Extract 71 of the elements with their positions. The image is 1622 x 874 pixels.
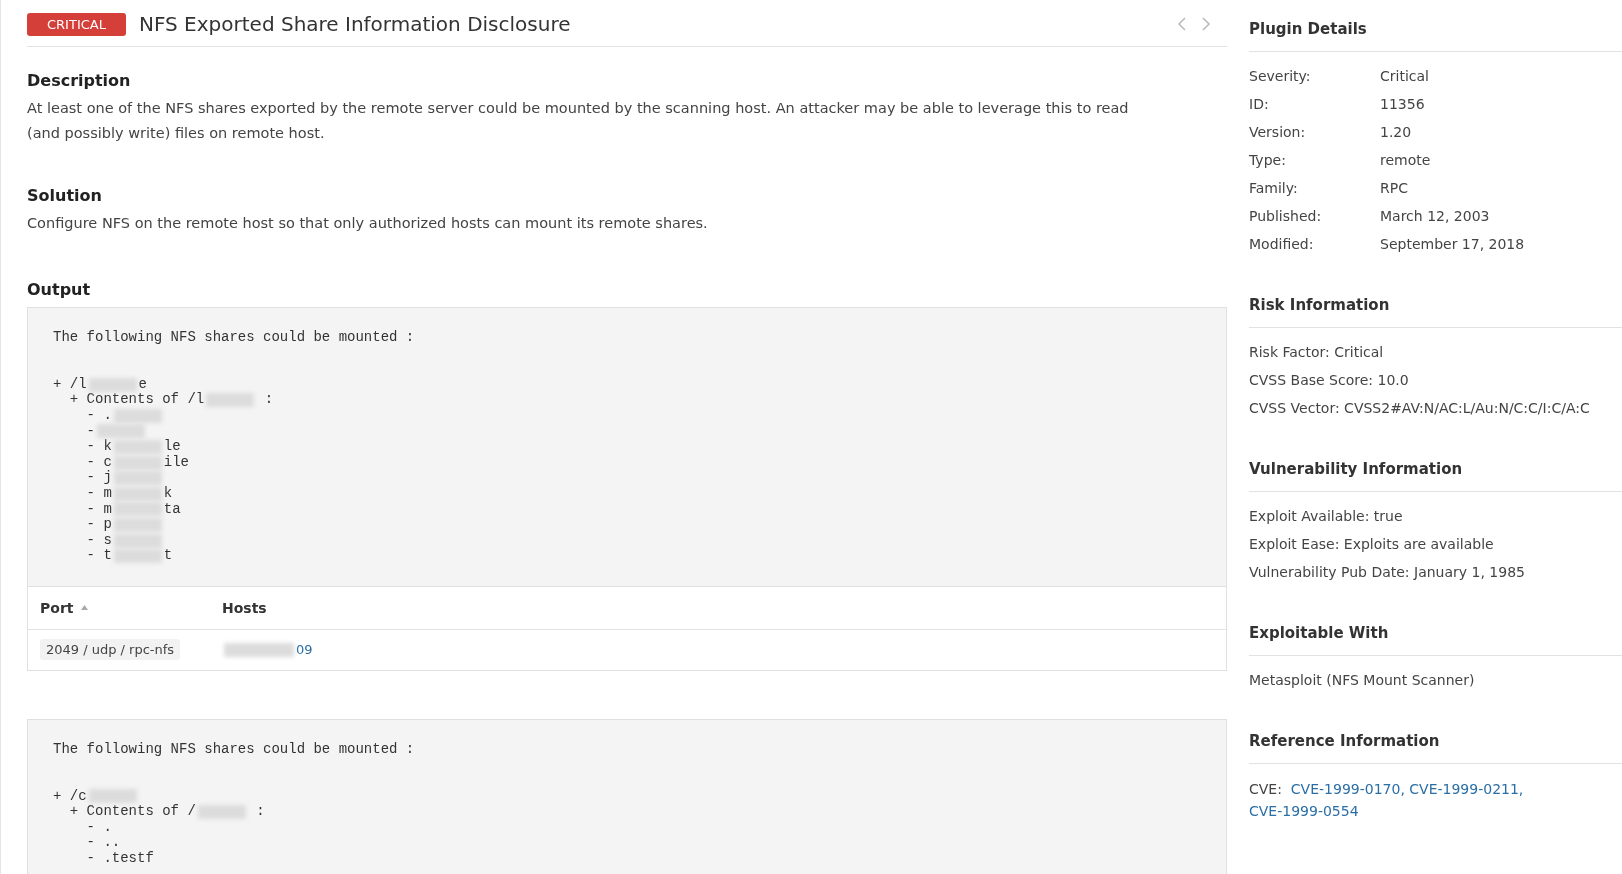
output-line: - .. xyxy=(85,835,121,851)
detail-value: RPC xyxy=(1380,179,1408,198)
info-text: Risk Factor: Critical xyxy=(1249,343,1385,362)
section-heading: Solution xyxy=(27,186,103,205)
output-line: - j xyxy=(85,470,112,486)
output-line: - xyxy=(85,423,95,440)
cve-link[interactable]: CVE-1999-0170, xyxy=(1290,781,1405,797)
output-line: + /l xyxy=(53,376,87,393)
reference-label: CVE: xyxy=(1249,781,1282,797)
detail-value: remote xyxy=(1380,151,1431,170)
detail-label: Family: xyxy=(1249,179,1299,198)
info-text: CVSS Base Score: 10.0 xyxy=(1249,371,1410,390)
output-line: : xyxy=(255,804,265,820)
output-line: t xyxy=(163,548,173,564)
sidebar-heading: Exploitable With xyxy=(1249,624,1622,656)
sidebar-heading: Reference Information xyxy=(1249,732,1622,764)
output-line: ta xyxy=(163,501,181,518)
output-line: + Contents of / xyxy=(68,804,196,820)
output-line: - p xyxy=(85,517,112,533)
output-line: - s xyxy=(85,532,112,549)
detail-value: 1.20 xyxy=(1380,123,1412,142)
detail-label: Version: xyxy=(1249,123,1307,142)
severity-badge: CRITICAL xyxy=(27,12,126,36)
section-heading: Output xyxy=(27,280,92,299)
output-line: + /c xyxy=(53,788,87,805)
detail-label: Type: xyxy=(1249,151,1287,170)
section-heading: Description xyxy=(27,71,132,90)
output-line: - m xyxy=(85,485,112,502)
cve-link[interactable]: CVE-1999-0554 xyxy=(1249,803,1359,819)
output-line: - .testf xyxy=(85,851,154,867)
column-header[interactable]: Port xyxy=(28,599,210,616)
output-line: e xyxy=(138,376,147,393)
next-icon[interactable] xyxy=(1201,16,1211,32)
info-text: Vulnerability Pub Date: January 1, 1985 xyxy=(1249,563,1526,582)
output-line: - c xyxy=(85,454,112,470)
detail-label: Published: xyxy=(1249,207,1323,226)
output-line: - . xyxy=(85,819,112,836)
info-text: Exploit Ease: Exploits are available xyxy=(1249,535,1495,554)
output-line: k xyxy=(163,485,173,502)
output-line: ile xyxy=(163,454,190,471)
section-text: Configure NFS on the remote host so that only authorized hosts can mount its remote shares. xyxy=(27,214,709,233)
page-title: NFS Exported Share Information Disclosure xyxy=(138,12,572,36)
output-line: - m xyxy=(85,501,112,518)
detail-value: 11356 xyxy=(1380,95,1425,114)
output-line: - t xyxy=(85,548,112,564)
detail-value: September 17, 2018 xyxy=(1380,235,1525,254)
info-text: Metasploit (NFS Mount Scanner) xyxy=(1249,671,1476,690)
info-text: CVSS Vector: CVSS2#AV:N/AC:L/Au:N/C:C/I:C/A:C xyxy=(1249,399,1591,418)
previous-icon[interactable] xyxy=(1177,16,1187,32)
column-header[interactable]: Hosts xyxy=(210,599,267,616)
output-line: The following NFS shares could be mounted : xyxy=(53,330,415,346)
detail-label: ID: xyxy=(1249,95,1270,114)
output-line: : xyxy=(263,392,274,408)
port-tag: 2049 / udp / rpc-nfs xyxy=(40,639,181,661)
sidebar-heading: Risk Information xyxy=(1249,296,1622,328)
output-line: - k xyxy=(85,439,112,455)
info-text: Exploit Available: true xyxy=(1249,507,1404,526)
sort-ascending-icon[interactable] xyxy=(81,605,89,611)
output-line: The following NFS shares could be mounted : xyxy=(53,741,415,758)
output-line: + Contents of /l xyxy=(68,392,205,408)
detail-label: Modified: xyxy=(1249,235,1315,254)
section-text: At least one of the NFS shares exported by the remote server could be mounted by the scanning host. An attacker may be able to leverage this to read (and possibly write) files on remote host. xyxy=(27,99,1130,143)
cve-link[interactable]: CVE-1999-0211, xyxy=(1409,781,1524,797)
detail-label: Severity: xyxy=(1249,67,1312,86)
detail-value: Critical xyxy=(1380,67,1429,86)
host-link[interactable]: 09 xyxy=(296,642,313,658)
sidebar-heading: Plugin Details xyxy=(1249,20,1622,52)
sidebar-heading: Vulnerability Information xyxy=(1249,460,1622,492)
output-line: le xyxy=(163,439,181,455)
output-line: - . xyxy=(85,407,112,424)
detail-value: March 12, 2003 xyxy=(1380,207,1490,226)
